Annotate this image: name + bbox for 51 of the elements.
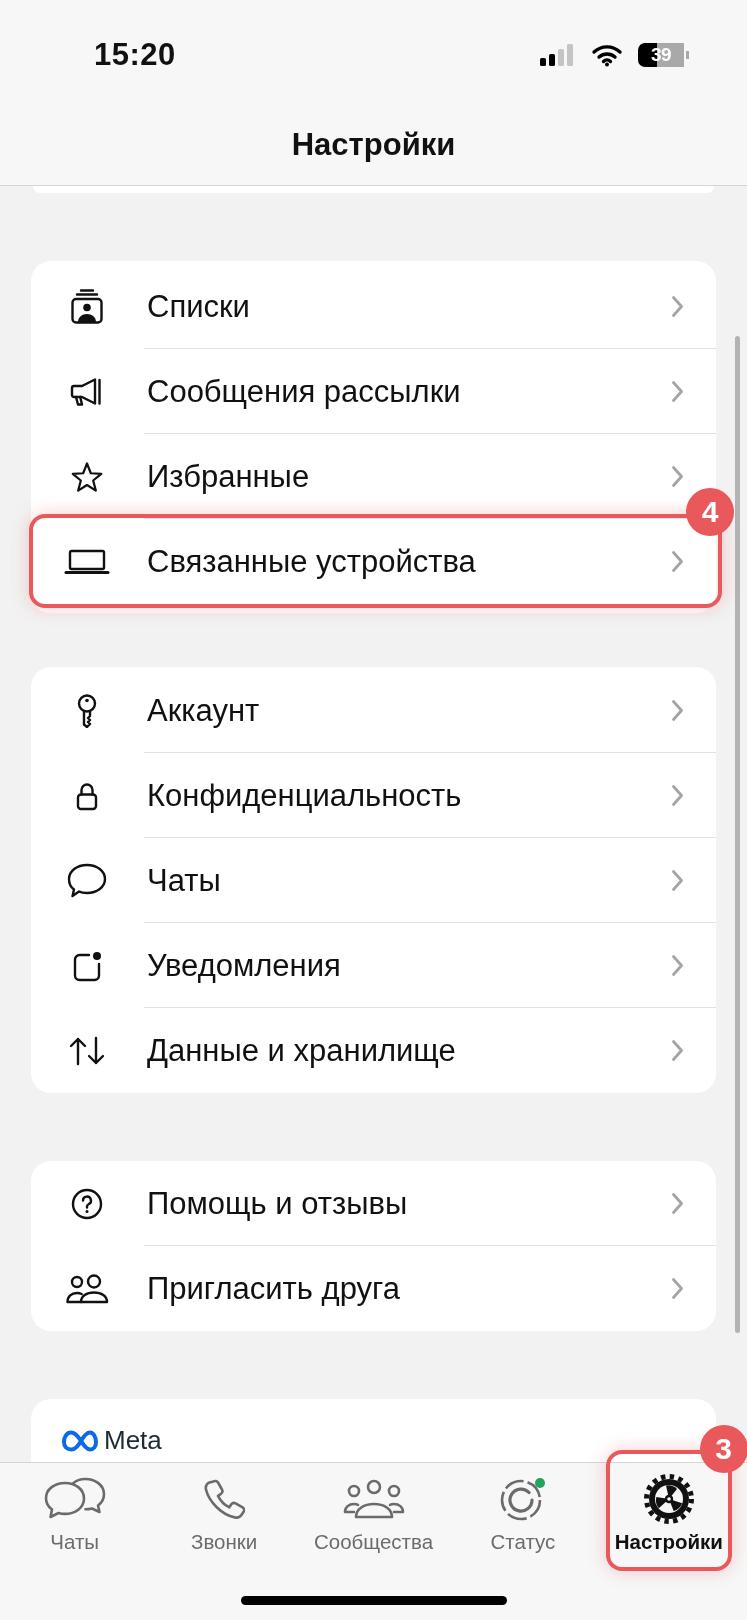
tab-item[interactable]: Чаты bbox=[42, 1475, 107, 1555]
chevron-right-icon bbox=[671, 954, 684, 977]
signal-icon bbox=[540, 44, 576, 66]
speech-bubble-icon bbox=[67, 862, 107, 899]
chevron-right-icon bbox=[671, 295, 684, 318]
chevron-right-icon bbox=[671, 1192, 684, 1215]
phone-icon bbox=[203, 1478, 246, 1520]
status-time: 15:20 bbox=[94, 37, 176, 73]
wifi-icon bbox=[591, 43, 623, 67]
settings-row[interactable]: Избранные bbox=[63, 454, 684, 499]
chevron-right-icon bbox=[671, 380, 684, 403]
step-number-badge: 4 bbox=[686, 488, 734, 536]
people-group-icon bbox=[341, 1479, 406, 1519]
settings-row[interactable]: Сообщения рассылки bbox=[63, 369, 684, 414]
settings-row[interactable]: Конфиденциальность bbox=[63, 773, 684, 818]
tab-item[interactable]: Статус bbox=[490, 1475, 556, 1555]
settings-row[interactable]: Списки bbox=[63, 284, 684, 329]
gear-icon bbox=[642, 1473, 695, 1525]
logo-text: Meta bbox=[104, 1428, 162, 1452]
settings-row[interactable]: Связанные устройства bbox=[63, 539, 684, 584]
two-speech-bubbles-icon bbox=[42, 1477, 107, 1521]
tab-item[interactable]: Настройки bbox=[614, 1475, 723, 1555]
chevron-right-icon bbox=[671, 699, 684, 722]
people-icon bbox=[65, 1273, 109, 1304]
tab-item[interactable]: Сообщества bbox=[313, 1475, 434, 1555]
settings-row[interactable]: Чаты bbox=[63, 858, 684, 903]
chevron-right-icon bbox=[671, 550, 684, 573]
key-icon bbox=[75, 693, 99, 728]
chevron-right-icon bbox=[671, 465, 684, 488]
star-icon bbox=[70, 460, 104, 493]
settings-row[interactable]: Аккаунт bbox=[63, 688, 684, 733]
up-down-arrows-icon bbox=[68, 1035, 106, 1066]
chevron-right-icon bbox=[671, 784, 684, 807]
infinity-logo-icon bbox=[61, 1430, 99, 1452]
notification-square-icon bbox=[71, 949, 103, 982]
megaphone-icon bbox=[70, 376, 104, 407]
chevron-right-icon bbox=[671, 1277, 684, 1300]
settings-row[interactable]: Пригласить друга bbox=[63, 1266, 684, 1311]
laptop-icon bbox=[64, 548, 110, 575]
settings-row[interactable]: Уведомления bbox=[63, 943, 684, 988]
tab-item[interactable]: Звонки bbox=[191, 1475, 258, 1555]
person-card-icon bbox=[70, 288, 104, 325]
settings-row[interactable]: Помощь и отзывы bbox=[63, 1181, 684, 1226]
status-ring-icon bbox=[498, 1477, 547, 1521]
settings-row[interactable]: Данные и хранилище bbox=[63, 1028, 684, 1073]
question-circle-icon bbox=[71, 1187, 103, 1220]
screen-title: Настройки bbox=[290, 126, 457, 164]
lock-icon bbox=[76, 780, 98, 811]
step-number-badge: 3 bbox=[699, 1425, 747, 1473]
chevron-right-icon bbox=[671, 1039, 684, 1062]
chevron-right-icon bbox=[671, 869, 684, 892]
